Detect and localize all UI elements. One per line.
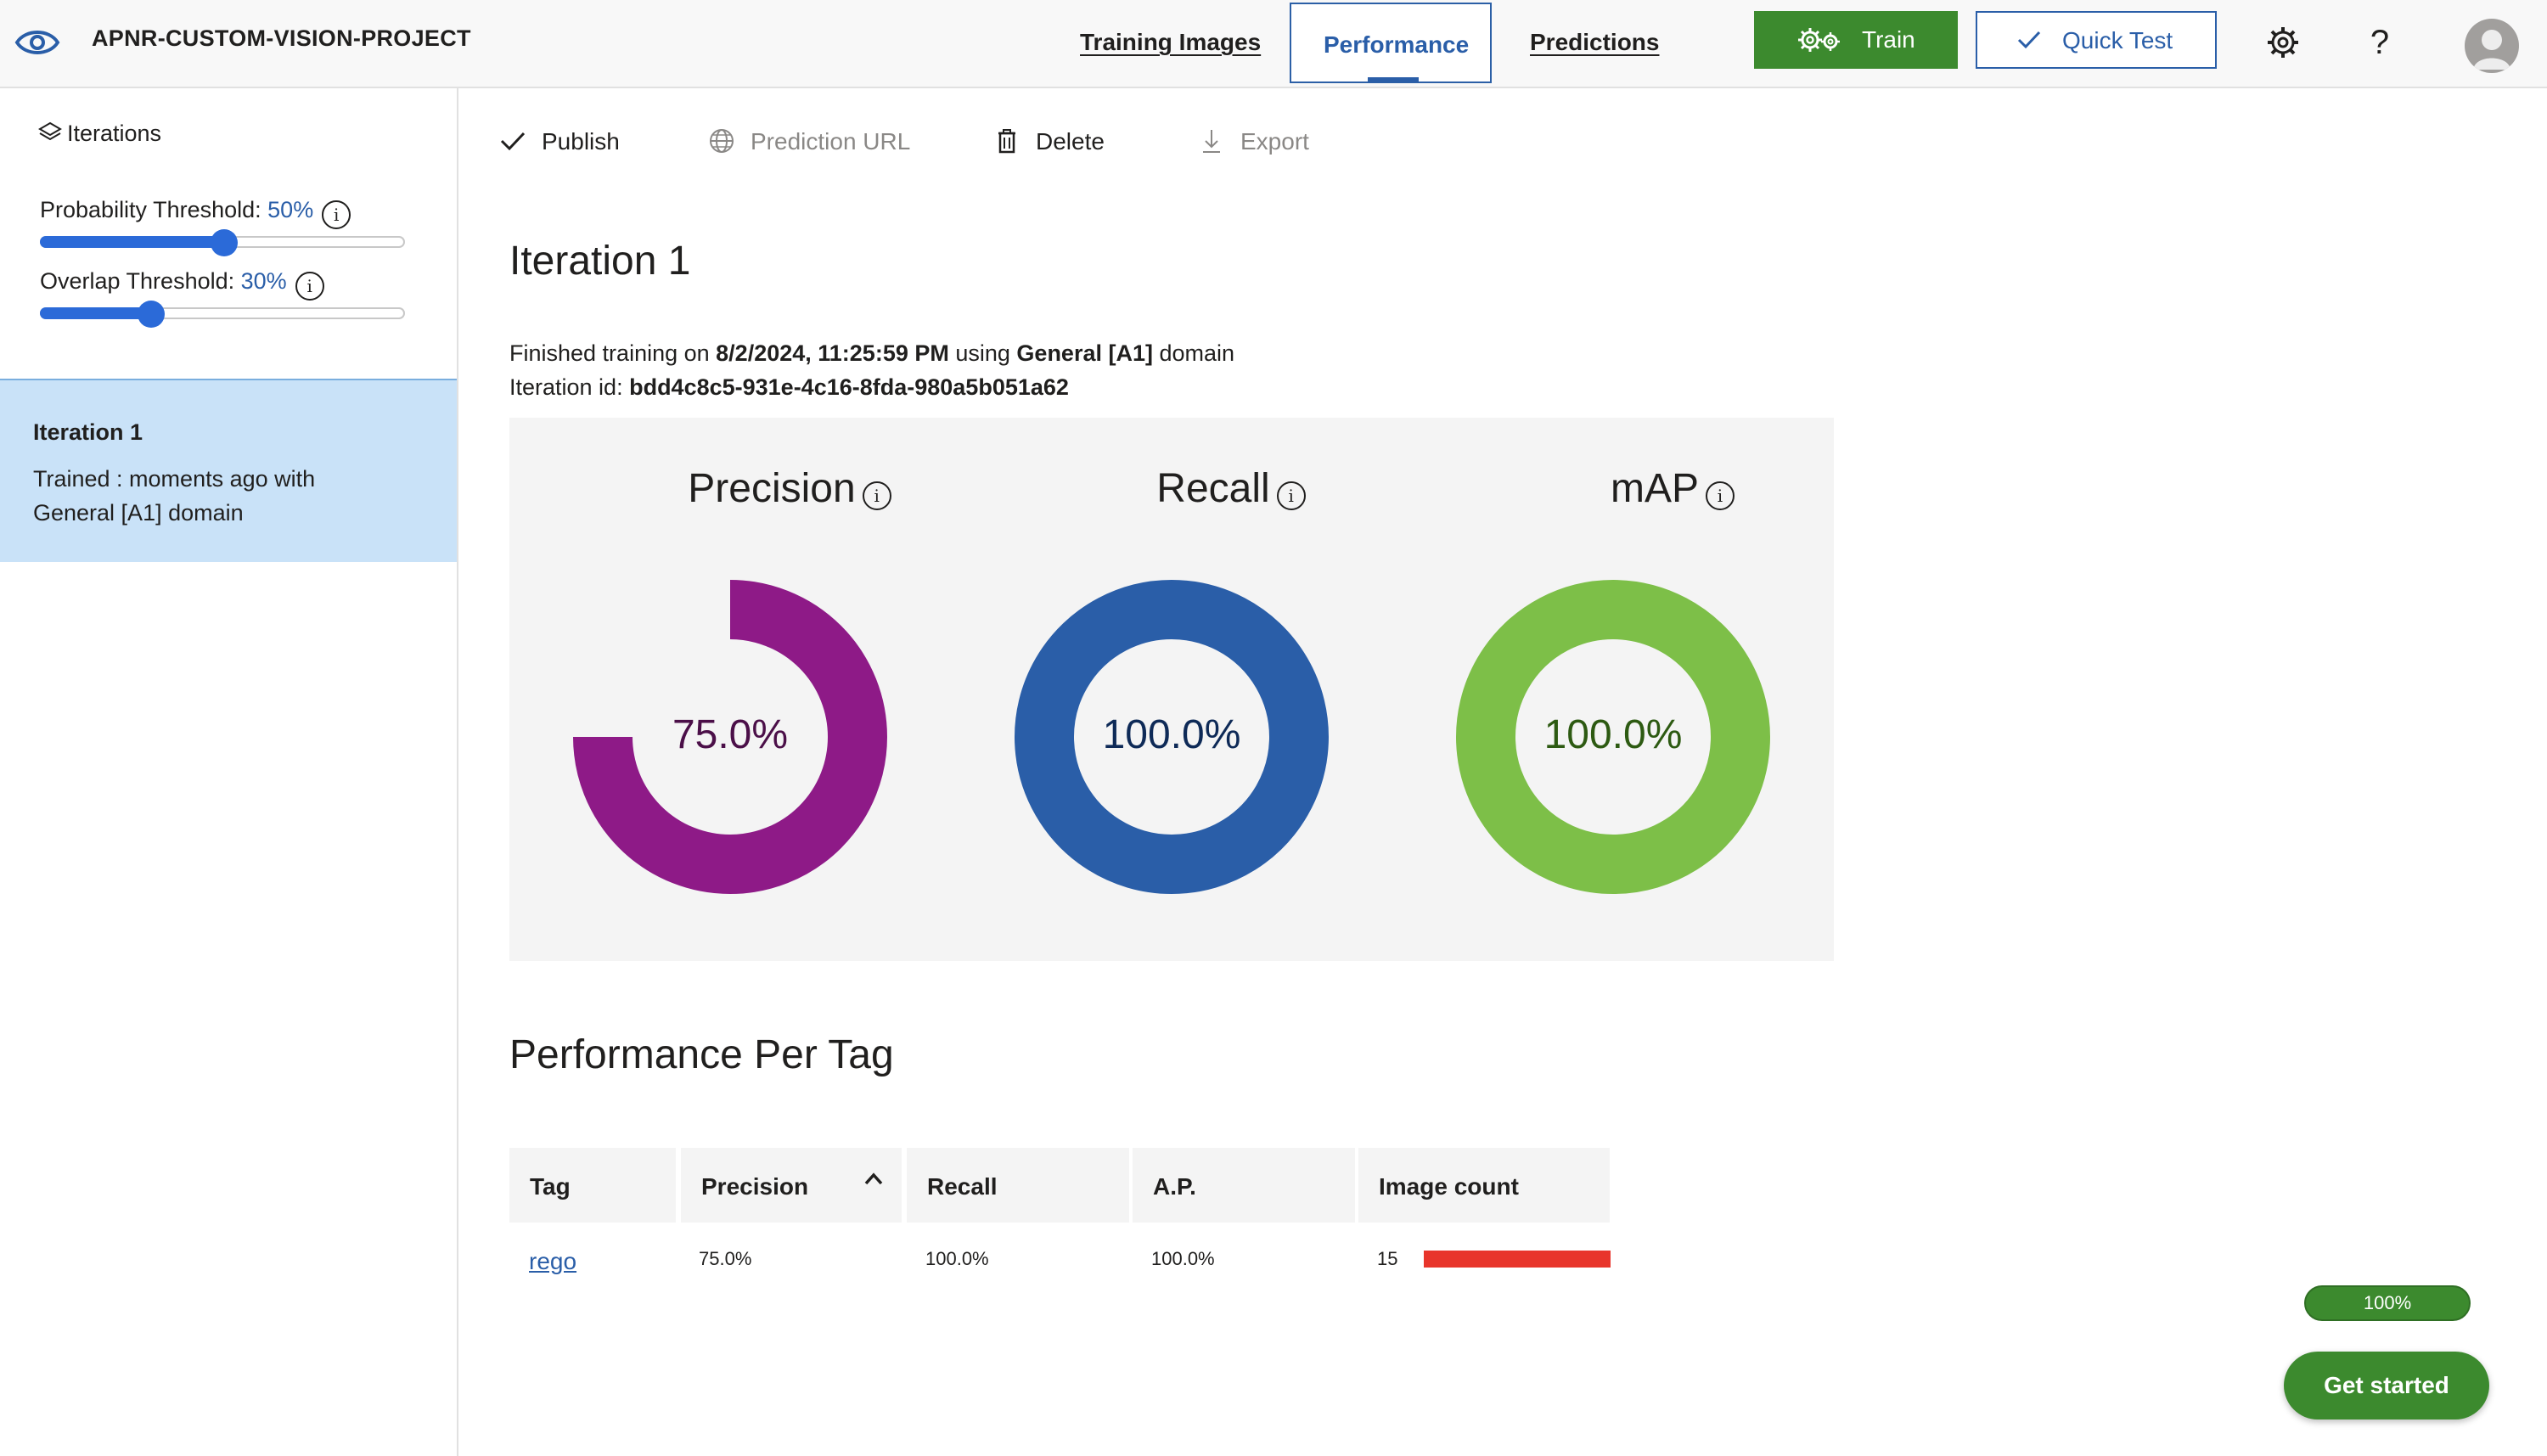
overlap-threshold-slider[interactable] [40, 301, 405, 328]
overlap-threshold-value: 30% [240, 268, 287, 294]
cell-recall: 100.0% [925, 1248, 989, 1269]
sort-ascending-icon[interactable] [863, 1170, 885, 1187]
export-button[interactable]: Export [1198, 127, 1309, 155]
tag-link-rego[interactable]: rego [529, 1248, 576, 1275]
slider-fill [40, 236, 222, 248]
column-header-label: Recall [927, 1173, 998, 1200]
iteration-title: Iteration 1 [509, 239, 691, 284]
image-count-bar [1424, 1251, 1611, 1268]
iteration-description: Trained : moments ago with General [A1] … [33, 466, 316, 526]
tab-performance[interactable]: Performance [1290, 3, 1492, 83]
tab-performance-label: Performance [1324, 31, 1470, 58]
column-header-label: Image count [1379, 1173, 1519, 1200]
recall-value: 100.0% [1102, 712, 1241, 757]
eye-logo-icon[interactable] [14, 19, 61, 66]
iteration-name: Iteration 1 [33, 419, 143, 445]
column-header-tag[interactable]: Tag [509, 1148, 676, 1223]
probability-threshold-text: Probability Threshold: [40, 197, 268, 222]
slider-thumb[interactable] [138, 301, 165, 328]
info-icon[interactable]: i [295, 272, 324, 301]
probability-threshold-value: 50% [267, 197, 314, 222]
info-icon[interactable]: i [862, 481, 891, 510]
gears-icon [1798, 28, 1840, 52]
precision-title-text: Precision [688, 466, 856, 511]
active-tab-indicator [1368, 77, 1419, 82]
column-header-image-count[interactable]: Image count [1358, 1148, 1610, 1223]
iteration-id-text: Iteration id: bdd4c8c5-931e-4c16-8fda-98… [509, 370, 1069, 404]
precision-donut: 75.0% [569, 576, 891, 898]
cell-precision: 75.0% [699, 1248, 752, 1269]
delete-button[interactable]: Delete [993, 127, 1105, 155]
globe-icon [710, 129, 734, 153]
checkmark-icon [500, 132, 526, 151]
slider-thumb[interactable] [211, 229, 238, 256]
metrics-panel: Precision i Recall i mAP i 75.0% 100.0% 100… [509, 418, 1834, 961]
publish-label: Publish [542, 128, 620, 155]
overlap-threshold-text: Overlap Threshold: [40, 268, 241, 294]
map-title-text: mAP [1610, 466, 1699, 511]
precision-title: Precision i [628, 465, 951, 512]
recall-title-text: Recall [1156, 466, 1270, 511]
info-icon[interactable]: i [322, 200, 351, 229]
progress-badge: 100% [2304, 1285, 2471, 1321]
info-icon[interactable]: i [1706, 481, 1735, 510]
prediction-url-label: Prediction URL [751, 128, 911, 155]
slider-fill [40, 307, 149, 319]
tab-training-images[interactable]: Training Images [1080, 29, 1261, 56]
finished-mid: using [948, 340, 1017, 366]
train-label: Train [1862, 26, 1915, 53]
user-avatar-icon[interactable] [2465, 19, 2519, 73]
recall-title: Recall i [1070, 465, 1392, 512]
info-icon[interactable]: i [1276, 481, 1306, 510]
finished-date: 8/2/2024, 11:25:59 PM [716, 340, 949, 366]
help-icon[interactable]: ? [2361, 24, 2398, 61]
delete-label: Delete [1036, 128, 1105, 155]
map-value: 100.0% [1543, 712, 1683, 757]
iterations-label: Iterations [67, 121, 162, 146]
map-title: mAP i [1511, 465, 1834, 512]
column-header-ap[interactable]: A.P. [1133, 1148, 1355, 1223]
column-header-recall[interactable]: Recall [907, 1148, 1129, 1223]
prediction-url-button[interactable]: Prediction URL [708, 127, 910, 155]
download-icon [1203, 130, 1220, 153]
export-label: Export [1240, 128, 1309, 155]
cell-ap: 100.0% [1151, 1248, 1215, 1269]
recall-donut: 100.0% [1010, 576, 1333, 898]
probability-threshold-label: Probability Threshold: 50% i [40, 197, 351, 229]
person-silhouette-icon [2473, 30, 2510, 70]
overlap-threshold-label: Overlap Threshold: 30% i [40, 268, 324, 301]
iterations-header: Iterations [38, 121, 161, 147]
publish-button[interactable]: Publish [499, 127, 620, 155]
project-title: APNR-CUSTOM-VISION-PROJECT [92, 25, 471, 51]
train-button[interactable]: Train [1754, 11, 1958, 69]
performance-per-tag-title: Performance Per Tag [509, 1032, 894, 1077]
finished-prefix: Finished training on [509, 340, 717, 366]
iteration-id-label: Iteration id: [509, 374, 630, 400]
finished-training-text: Finished training on 8/2/2024, 11:25:59 … [509, 336, 1234, 370]
get-started-button[interactable]: Get started [2284, 1352, 2489, 1419]
probability-threshold-slider[interactable] [40, 229, 405, 256]
finished-domain: General [A1] [1016, 340, 1153, 366]
column-header-label: Precision [701, 1173, 809, 1200]
finished-suffix: domain [1152, 340, 1235, 366]
checkmark-icon [2017, 31, 2041, 49]
column-header-label: Tag [530, 1173, 571, 1200]
gear-icon[interactable] [2264, 24, 2302, 61]
quick-test-label: Quick Test [2062, 27, 2173, 53]
map-donut: 100.0% [1452, 576, 1774, 898]
iteration-id-value: bdd4c8c5-931e-4c16-8fda-980a5b051a62 [629, 374, 1069, 400]
layers-icon [38, 121, 62, 141]
sidebar: Iterations Probability Threshold: 50% i O… [0, 88, 458, 1456]
top-bar: APNR-CUSTOM-VISION-PROJECT Training Imag… [0, 0, 2547, 88]
quick-test-button[interactable]: Quick Test [1976, 11, 2217, 69]
precision-value: 75.0% [672, 712, 789, 757]
tab-predictions[interactable]: Predictions [1530, 29, 1659, 56]
cell-image-count: 15 [1377, 1248, 1398, 1269]
column-header-label: A.P. [1153, 1173, 1196, 1200]
trash-icon [998, 129, 1015, 154]
iteration-list-item[interactable]: Iteration 1 Trained : moments ago with G… [0, 379, 457, 562]
